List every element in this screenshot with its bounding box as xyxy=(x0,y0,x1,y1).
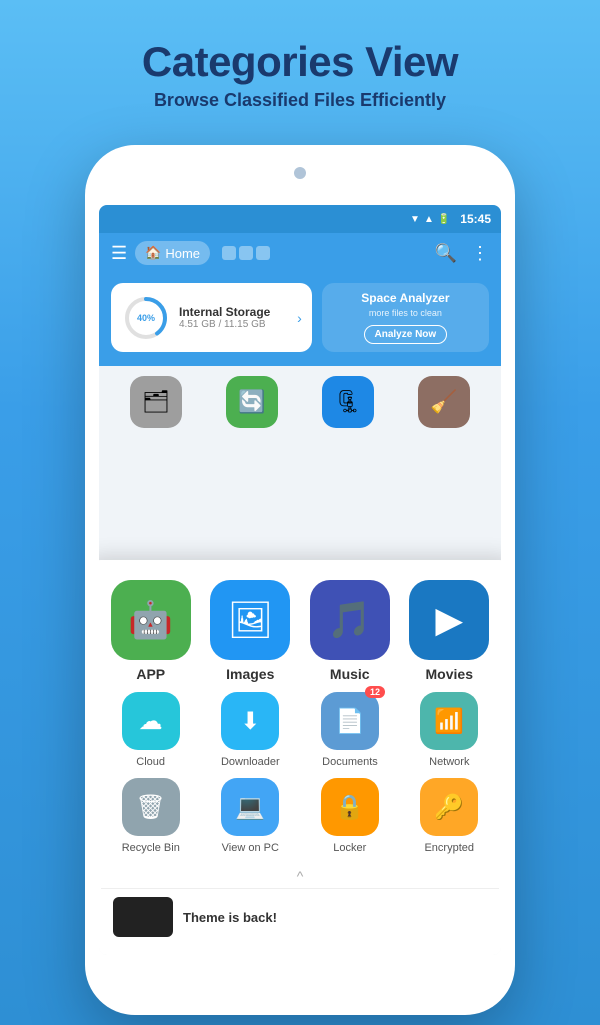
cloud-icon: ☁ xyxy=(122,692,180,750)
storage-circle: 40% xyxy=(123,295,169,341)
cat-item-viewonpc[interactable]: 💻 View on PC xyxy=(221,778,279,854)
top-categories-row: 🗂 🔄 🗜 🧹 xyxy=(99,366,501,438)
cat-label-app: APP xyxy=(136,666,165,682)
recycle-icon: 🗑 xyxy=(122,778,180,836)
analyze-button[interactable]: Analyze Now xyxy=(364,325,448,344)
battery-icon: 🔋 xyxy=(438,214,450,225)
signal-icon: ▲ xyxy=(424,214,434,225)
cat-label-music: Music xyxy=(330,666,370,682)
phone-speaker xyxy=(294,167,306,179)
cat-item-movies[interactable]: ▶ Movies xyxy=(409,580,489,682)
network-icon: 📶 xyxy=(420,692,478,750)
cat-item-recycle[interactable]: 🗑 Recycle Bin xyxy=(122,778,180,854)
documents-badge: 12 xyxy=(365,686,385,698)
analyzer-title: Space Analyzer xyxy=(361,291,449,305)
categories-row-2: ☁ Cloud ⬇ Downloader 📄 12 Documents 📶 xyxy=(101,692,499,768)
cat-label-network: Network xyxy=(429,756,469,768)
search-icon[interactable]: 🔍 xyxy=(435,243,457,264)
cat-label-movies: Movies xyxy=(426,666,473,682)
storage-card[interactable]: 40% Internal Storage 4.51 GB / 11.15 GB … xyxy=(111,283,312,352)
refresh-icon: 🔄 xyxy=(226,376,278,428)
categories-row-1: 🤖 APP 🖼 Images 🎵 Music ▶ Movies xyxy=(101,580,499,682)
cat-label-downloader: Downloader xyxy=(221,756,280,768)
status-bar: ▼ ▲ 🔋 15:45 xyxy=(99,205,501,233)
cat-item-layers[interactable]: 🗂 xyxy=(130,376,182,428)
locker-icon: 🔒 xyxy=(321,778,379,836)
phone-frame: ▼ ▲ 🔋 15:45 ☰ 🏠 Home 🔍 ⋮ xyxy=(85,145,515,1015)
storage-percent: 40% xyxy=(137,313,155,323)
cat-item-music[interactable]: 🎵 Music xyxy=(310,580,390,682)
cat-label-images: Images xyxy=(226,666,274,682)
cat-label-documents: Documents xyxy=(322,756,378,768)
storage-arrow-icon: › xyxy=(297,310,302,326)
cat-item-images[interactable]: 🖼 Images xyxy=(210,580,290,682)
page-header: Categories View Browse Classified Files … xyxy=(0,0,600,129)
layers-icon: 🗂 xyxy=(130,376,182,428)
app-icon: 🤖 xyxy=(111,580,191,660)
home-icon: 🏠 xyxy=(145,245,161,261)
zip-icon: 🗜 xyxy=(322,376,374,428)
wifi-icon: ▼ xyxy=(410,214,420,225)
cat-label-locker: Locker xyxy=(333,842,366,854)
top-bar: ☰ 🏠 Home 🔍 ⋮ xyxy=(99,233,501,273)
cat-label-encrypted: Encrypted xyxy=(424,842,474,854)
clean-icon: 🧹 xyxy=(418,376,470,428)
breadcrumb-pill[interactable]: 🏠 Home xyxy=(135,241,210,265)
categories-main-panel: 🤖 APP 🖼 Images 🎵 Music ▶ Movies xyxy=(99,560,501,955)
movies-icon: ▶ xyxy=(409,580,489,660)
cat-label-viewonpc: View on PC xyxy=(222,842,279,854)
top-bar-right: 🔍 ⋮ xyxy=(435,243,489,264)
cat-label-cloud: Cloud xyxy=(136,756,165,768)
categories-row-3: 🗑 Recycle Bin 💻 View on PC 🔒 Locker 🔑 En… xyxy=(101,778,499,854)
space-analyzer: Space Analyzer more files to clean Analy… xyxy=(322,283,489,352)
storage-section: 40% Internal Storage 4.51 GB / 11.15 GB … xyxy=(99,273,501,366)
more-icon[interactable]: ⋮ xyxy=(471,243,489,264)
phone-screen: ▼ ▲ 🔋 15:45 ☰ 🏠 Home 🔍 ⋮ xyxy=(99,205,501,955)
cat-item-encrypted[interactable]: 🔑 Encrypted xyxy=(420,778,478,854)
cat-item-zip[interactable]: 🗜 xyxy=(322,376,374,428)
cat-item-documents[interactable]: 📄 12 Documents xyxy=(321,692,379,768)
images-icon: 🖼 xyxy=(210,580,290,660)
downloader-icon: ⬇ xyxy=(221,692,279,750)
cat-item-network[interactable]: 📶 Network xyxy=(420,692,478,768)
cat-item-refresh[interactable]: 🔄 xyxy=(226,376,278,428)
analyzer-sub: more files to clean xyxy=(369,308,442,318)
breadcrumb-home: Home xyxy=(165,246,200,261)
theme-banner-text: Theme is back! xyxy=(183,910,277,925)
storage-info: Internal Storage 4.51 GB / 11.15 GB xyxy=(179,305,270,330)
storage-name: Internal Storage xyxy=(179,305,270,319)
theme-banner-image xyxy=(113,897,173,937)
cat-item-clean[interactable]: 🧹 xyxy=(418,376,470,428)
documents-icon: 📄 12 xyxy=(321,692,379,750)
menu-icon[interactable]: ☰ xyxy=(111,243,127,264)
cat-label-recycle: Recycle Bin xyxy=(122,842,180,854)
theme-banner[interactable]: Theme is back! xyxy=(101,888,499,945)
cat-item-locker[interactable]: 🔒 Locker xyxy=(321,778,379,854)
chevron-up-icon[interactable]: ^ xyxy=(101,864,499,888)
music-icon: 🎵 xyxy=(310,580,390,660)
time-display: 15:45 xyxy=(460,212,491,226)
cat-item-app[interactable]: 🤖 APP xyxy=(111,580,191,682)
cat-item-cloud[interactable]: ☁ Cloud xyxy=(122,692,180,768)
page-title: Categories View xyxy=(0,38,600,86)
breadcrumb-dots xyxy=(222,246,270,260)
page-subtitle: Browse Classified Files Efficiently xyxy=(0,90,600,111)
encrypted-icon: 🔑 xyxy=(420,778,478,836)
storage-used: 4.51 GB / 11.15 GB xyxy=(179,319,270,330)
viewonpc-icon: 💻 xyxy=(221,778,279,836)
cat-item-downloader[interactable]: ⬇ Downloader xyxy=(221,692,280,768)
